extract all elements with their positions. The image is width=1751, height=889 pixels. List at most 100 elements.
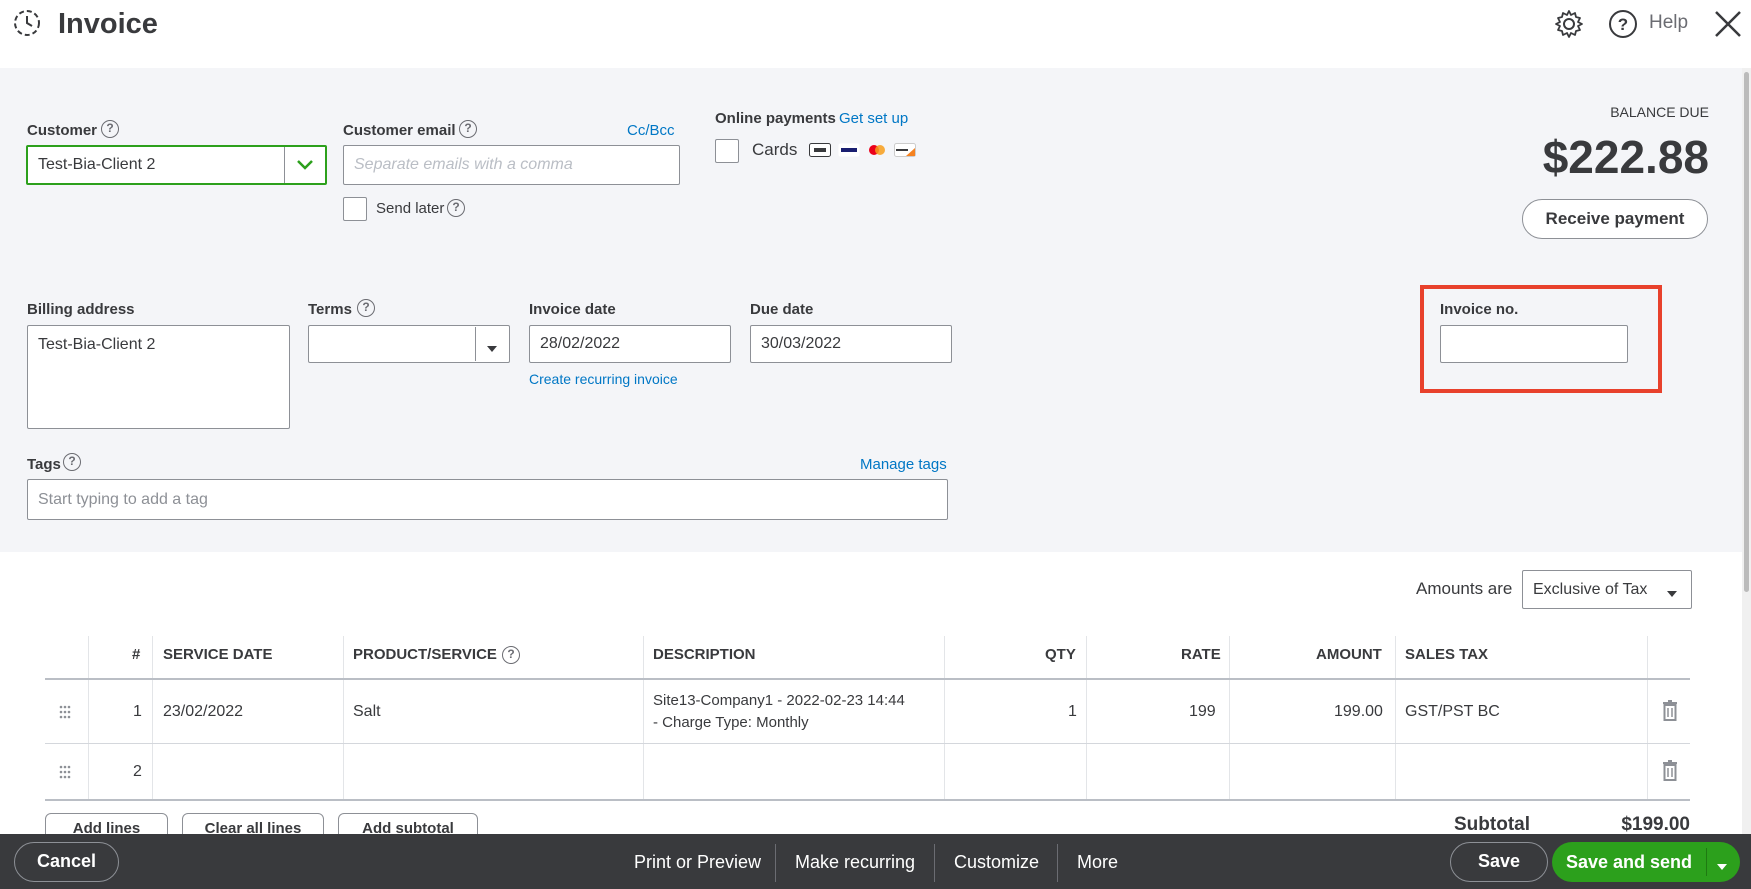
amounts-are-value: Exclusive of Tax xyxy=(1533,580,1648,598)
customer-label: Customer xyxy=(27,122,98,139)
save-button[interactable]: Save xyxy=(1450,842,1548,882)
send-later-checkbox[interactable] xyxy=(343,197,367,221)
customize-link[interactable]: Customize xyxy=(954,852,1039,873)
invoice-date-value: 28/02/2022 xyxy=(540,335,621,352)
get-set-up-link[interactable]: Get set up xyxy=(839,110,908,127)
row-sales-tax[interactable]: GST/PST BC xyxy=(1405,703,1500,721)
save-and-send-button[interactable]: Save and send xyxy=(1552,842,1706,882)
row-description-line2[interactable]: - Charge Type: Monthly xyxy=(653,714,809,731)
product-service-help-icon[interactable]: ? xyxy=(502,646,520,664)
customer-email-placeholder: Separate emails with a comma xyxy=(354,156,573,173)
subtotal-value: $199.00 xyxy=(1621,814,1690,835)
caret-down-icon[interactable] xyxy=(1666,585,1678,603)
header-service-date: SERVICE DATE xyxy=(163,646,273,663)
close-icon[interactable] xyxy=(1712,8,1744,40)
row-qty[interactable]: 1 xyxy=(1068,703,1077,721)
online-payments-label: Online payments xyxy=(715,110,836,127)
billing-address-value: Test-Bia-Client 2 xyxy=(38,336,156,353)
header-qty: QTY xyxy=(1045,646,1076,663)
page-title: Invoice xyxy=(58,8,158,40)
customer-email-input[interactable]: Separate emails with a comma xyxy=(343,145,680,185)
header-divider xyxy=(45,678,1690,680)
column-divider xyxy=(1086,636,1087,800)
terms-help-icon[interactable]: ? xyxy=(357,299,375,317)
invoice-date-input[interactable]: 28/02/2022 xyxy=(529,325,731,363)
cards-label: Cards xyxy=(752,140,798,159)
row-divider xyxy=(45,743,1690,744)
row-amount[interactable]: 199.00 xyxy=(1334,703,1383,721)
column-divider xyxy=(343,636,344,800)
subtotal-label: Subtotal xyxy=(1454,814,1530,835)
manage-tags-link[interactable]: Manage tags xyxy=(860,456,947,473)
row-product[interactable]: Salt xyxy=(353,703,381,721)
row-service-date[interactable]: 23/02/2022 xyxy=(163,703,243,721)
caret-down-icon[interactable] xyxy=(486,340,498,358)
due-date-input[interactable]: 30/03/2022 xyxy=(750,325,952,363)
customer-email-help-icon[interactable]: ? xyxy=(459,120,477,138)
header-product-service: PRODUCT/SERVICE xyxy=(353,646,497,663)
trash-icon[interactable] xyxy=(1662,700,1678,727)
cc-bcc-link[interactable]: Cc/Bcc xyxy=(627,122,675,139)
column-divider xyxy=(643,636,644,800)
customer-select[interactable]: Test-Bia-Client 2 xyxy=(26,145,327,185)
tags-help-icon[interactable]: ? xyxy=(63,453,81,471)
customer-value: Test-Bia-Client 2 xyxy=(38,156,156,173)
cancel-button[interactable]: Cancel xyxy=(14,842,119,882)
due-date-value: 30/03/2022 xyxy=(761,335,842,352)
chevron-down-icon[interactable] xyxy=(296,158,314,176)
drag-handle-icon[interactable] xyxy=(58,765,72,784)
customer-email-label: Customer email xyxy=(343,122,456,139)
send-later-help-icon[interactable]: ? xyxy=(447,199,465,217)
invoice-no-input[interactable] xyxy=(1440,325,1628,363)
row-description-line1[interactable]: Site13-Company1 - 2022-02-23 14:44 xyxy=(653,692,905,709)
column-divider xyxy=(152,636,153,800)
row-num: 2 xyxy=(133,763,142,780)
tags-input[interactable]: Start typing to add a tag xyxy=(27,479,948,520)
due-date-label: Due date xyxy=(750,301,814,318)
drag-handle-icon[interactable] xyxy=(58,705,72,724)
discover-card-icon xyxy=(894,143,916,162)
footer-separator xyxy=(934,844,935,882)
header-amount: AMOUNT xyxy=(1316,646,1382,663)
make-recurring-link[interactable]: Make recurring xyxy=(795,852,915,873)
column-divider xyxy=(1229,636,1230,800)
trash-icon[interactable] xyxy=(1662,760,1678,787)
column-divider xyxy=(944,636,945,800)
more-link[interactable]: More xyxy=(1077,852,1118,873)
header-description: DESCRIPTION xyxy=(653,646,756,663)
save-and-send-divider xyxy=(1706,848,1707,876)
header: Invoice ? Help xyxy=(0,0,1751,68)
visa-card-icon xyxy=(838,143,860,162)
column-divider xyxy=(1647,636,1648,800)
terms-label: Terms xyxy=(308,301,352,318)
help-question-icon[interactable]: ? xyxy=(1607,8,1639,40)
footer-separator xyxy=(775,844,776,882)
customer-help-icon[interactable]: ? xyxy=(101,120,119,138)
row-rate[interactable]: 199 xyxy=(1189,703,1216,721)
caret-down-icon[interactable] xyxy=(1716,858,1728,876)
print-preview-link[interactable]: Print or Preview xyxy=(634,852,761,873)
column-divider xyxy=(1395,636,1396,800)
send-later-label: Send later xyxy=(376,200,445,217)
invoice-date-label: Invoice date xyxy=(529,301,616,318)
scrollbar-thumb[interactable] xyxy=(1744,72,1749,592)
recent-history-icon[interactable] xyxy=(10,6,44,40)
terms-select[interactable] xyxy=(308,325,510,363)
terms-select-divider xyxy=(475,327,476,361)
balance-due-label: BALANCE DUE xyxy=(1610,104,1709,120)
billing-address-textarea[interactable]: Test-Bia-Client 2 xyxy=(27,325,290,429)
svg-text:?: ? xyxy=(1618,15,1628,34)
help-label[interactable]: Help xyxy=(1649,12,1688,34)
tags-placeholder: Start typing to add a tag xyxy=(38,490,208,508)
mastercard-card-icon xyxy=(866,143,888,162)
cards-checkbox[interactable] xyxy=(715,139,739,163)
apple-pay-card-icon xyxy=(809,143,831,162)
invoice-no-label: Invoice no. xyxy=(1440,301,1519,318)
tags-label: Tags xyxy=(27,456,61,473)
header-sales-tax: SALES TAX xyxy=(1405,646,1489,663)
receive-payment-button[interactable]: Receive payment xyxy=(1522,199,1708,239)
column-divider xyxy=(88,636,89,800)
create-recurring-invoice-link[interactable]: Create recurring invoice xyxy=(529,371,678,387)
settings-gear-icon[interactable] xyxy=(1553,8,1585,40)
balance-due-amount: $222.88 xyxy=(1542,131,1709,183)
